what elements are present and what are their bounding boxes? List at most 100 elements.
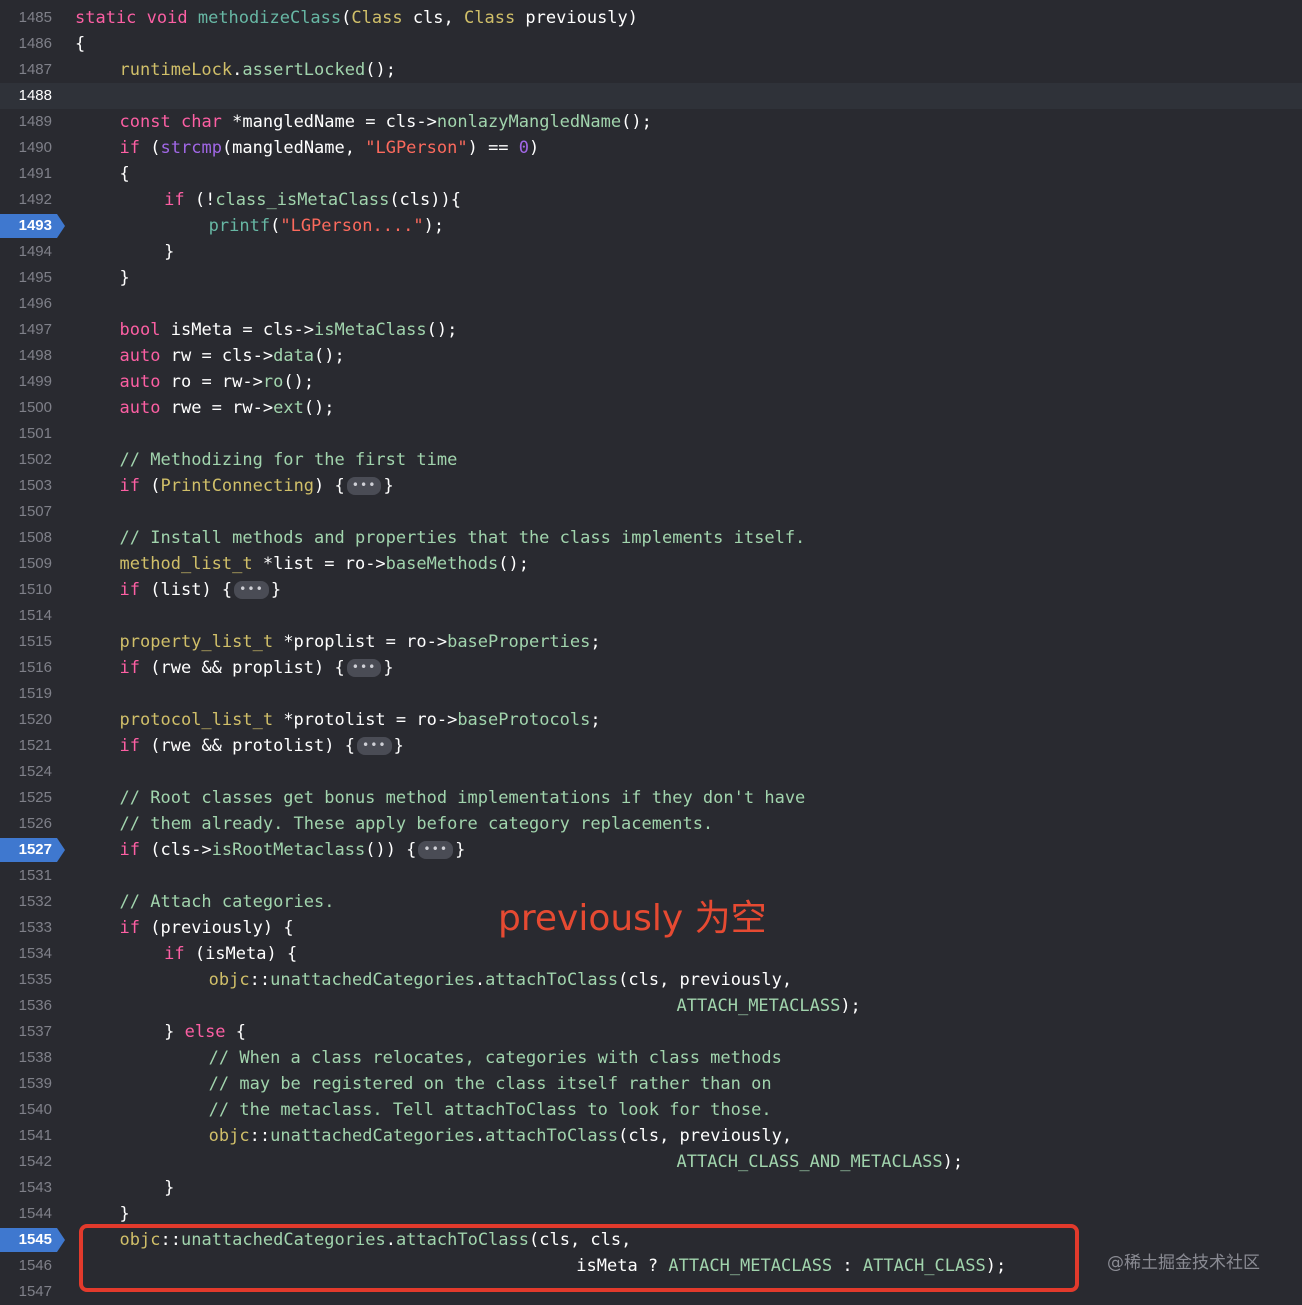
code-line[interactable]: 1501 [0, 421, 1302, 447]
code-line[interactable]: 1500 auto rwe = rw->ext(); [0, 395, 1302, 421]
line-number[interactable]: 1533 [0, 915, 52, 941]
code-line[interactable]: 1491 { [0, 161, 1302, 187]
code-line[interactable]: 1541 objc::unattachedCategories.attachToC… [0, 1123, 1302, 1149]
code-line[interactable]: 1503 if (PrintConnecting) {•••} [0, 473, 1302, 499]
code-text[interactable]: if (cls->isRootMetaclass()) {•••} [120, 837, 466, 863]
line-number[interactable]: 1493 [0, 213, 52, 239]
code-text[interactable]: if (previously) { [120, 915, 294, 941]
code-text[interactable]: protocol_list_t *protolist = ro->basePro… [120, 707, 601, 733]
code-text[interactable]: objc::unattachedCategories.attachToClass… [209, 967, 792, 993]
code-text[interactable]: objc::unattachedCategories.attachToClass… [209, 1123, 792, 1149]
code-text[interactable]: bool isMeta = cls->isMetaClass(); [120, 317, 458, 343]
code-line[interactable]: 1527 if (cls->isRootMetaclass()) {•••} [0, 837, 1302, 863]
line-number[interactable]: 1531 [0, 863, 52, 889]
line-number[interactable]: 1532 [0, 889, 52, 915]
code-text[interactable]: // When a class relocates, categories wi… [209, 1045, 782, 1071]
code-line[interactable]: 1539 // may be registered on the class it… [0, 1071, 1302, 1097]
line-number[interactable]: 1489 [0, 109, 52, 135]
code-line[interactable]: 1492 if (!class_isMetaClass(cls)){ [0, 187, 1302, 213]
code-text[interactable]: } [164, 1175, 174, 1201]
code-text[interactable]: if (list) {•••} [120, 577, 282, 603]
code-line[interactable]: 1489 const char *mangledName = cls->nonla… [0, 109, 1302, 135]
code-text[interactable]: // Root classes get bonus method impleme… [120, 785, 806, 811]
code-line[interactable]: 1535 objc::unattachedCategories.attachToC… [0, 967, 1302, 993]
line-number[interactable]: 1498 [0, 343, 52, 369]
code-text[interactable]: } else { [164, 1019, 246, 1045]
code-text[interactable]: if (strcmp(mangledName, "LGPerson") == 0… [120, 135, 540, 161]
line-number[interactable]: 1543 [0, 1175, 52, 1201]
code-line[interactable]: 1510 if (list) {•••} [0, 577, 1302, 603]
code-line[interactable]: 1524 [0, 759, 1302, 785]
line-number[interactable]: 1539 [0, 1071, 52, 1097]
code-line[interactable]: 1525 // Root classes get bonus method imp… [0, 785, 1302, 811]
line-number[interactable]: 1536 [0, 993, 52, 1019]
code-line[interactable]: 1493 printf("LGPerson...."); [0, 213, 1302, 239]
code-text[interactable]: { [75, 31, 85, 57]
line-number[interactable]: 1502 [0, 447, 52, 473]
line-number[interactable]: 1490 [0, 135, 52, 161]
line-number[interactable]: 1515 [0, 629, 52, 655]
code-line[interactable]: 1494} [0, 239, 1302, 265]
code-line[interactable]: 1498 auto rw = cls->data(); [0, 343, 1302, 369]
code-text[interactable]: if (rwe && protolist) {•••} [120, 733, 404, 759]
code-line[interactable]: 1507 [0, 499, 1302, 525]
code-text[interactable]: // Install methods and properties that t… [120, 525, 806, 551]
line-number[interactable]: 1527 [0, 837, 52, 863]
code-line[interactable]: 1499 auto ro = rw->ro(); [0, 369, 1302, 395]
line-number[interactable]: 1485 [0, 5, 52, 31]
code-text[interactable]: // Methodizing for the first time [120, 447, 458, 473]
line-number[interactable]: 1516 [0, 655, 52, 681]
folded-code-button[interactable]: ••• [346, 659, 382, 677]
line-number[interactable]: 1501 [0, 421, 52, 447]
folded-code-button[interactable]: ••• [346, 477, 382, 495]
code-line[interactable]: 1497 bool isMeta = cls->isMetaClass(); [0, 317, 1302, 343]
code-line[interactable]: 1531 [0, 863, 1302, 889]
line-number[interactable]: 1499 [0, 369, 52, 395]
line-number[interactable]: 1503 [0, 473, 52, 499]
line-number[interactable]: 1495 [0, 265, 52, 291]
code-text[interactable]: if (PrintConnecting) {•••} [120, 473, 394, 499]
code-line[interactable]: 1487 runtimeLock.assertLocked(); [0, 57, 1302, 83]
code-text[interactable]: // may be registered on the class itself… [209, 1071, 772, 1097]
code-line[interactable]: 1502 // Methodizing for the first time [0, 447, 1302, 473]
line-number[interactable]: 1520 [0, 707, 52, 733]
code-line[interactable]: 1496 [0, 291, 1302, 317]
code-line[interactable]: 1543} [0, 1175, 1302, 1201]
code-text[interactable]: } [120, 265, 130, 291]
line-number[interactable]: 1541 [0, 1123, 52, 1149]
code-text[interactable]: // Attach categories. [120, 889, 335, 915]
line-number[interactable]: 1521 [0, 733, 52, 759]
line-number[interactable]: 1519 [0, 681, 52, 707]
line-number[interactable]: 1538 [0, 1045, 52, 1071]
code-text[interactable]: property_list_t *proplist = ro->baseProp… [120, 629, 601, 655]
code-text[interactable]: if (isMeta) { [164, 941, 297, 967]
line-number[interactable]: 1487 [0, 57, 52, 83]
folded-code-button[interactable]: ••• [418, 841, 454, 859]
line-number[interactable]: 1546 [0, 1253, 52, 1279]
code-editor[interactable]: 1485 static void methodizeClass(Class cls… [0, 0, 1302, 1304]
line-number[interactable]: 1491 [0, 161, 52, 187]
code-text[interactable]: ATTACH_METACLASS); [677, 993, 861, 1019]
line-number[interactable]: 1494 [0, 239, 52, 265]
code-line[interactable]: 1514 [0, 603, 1302, 629]
code-text[interactable]: runtimeLock.assertLocked(); [120, 57, 396, 83]
code-line[interactable]: 1519 [0, 681, 1302, 707]
code-text[interactable]: const char *mangledName = cls->nonlazyMa… [120, 109, 652, 135]
code-text[interactable]: printf("LGPerson...."); [209, 213, 444, 239]
line-number[interactable]: 1545 [0, 1227, 52, 1253]
code-line[interactable]: 1516 if (rwe && proplist) {•••} [0, 655, 1302, 681]
code-line[interactable]: 1490 if (strcmp(mangledName, "LGPerson") … [0, 135, 1302, 161]
line-number[interactable]: 1496 [0, 291, 52, 317]
line-number[interactable]: 1514 [0, 603, 52, 629]
code-text[interactable]: // the metaclass. Tell attachToClass to … [209, 1097, 772, 1123]
line-number[interactable]: 1540 [0, 1097, 52, 1123]
line-number[interactable]: 1486 [0, 31, 52, 57]
code-text[interactable]: // them already. These apply before cate… [120, 811, 714, 837]
code-line[interactable]: 1486 { [0, 31, 1302, 57]
code-line[interactable]: 1495} [0, 265, 1302, 291]
code-text[interactable]: if (!class_isMetaClass(cls)){ [164, 187, 461, 213]
line-number[interactable]: 1544 [0, 1201, 52, 1227]
line-number[interactable]: 1537 [0, 1019, 52, 1045]
code-line[interactable]: 1521 if (rwe && protolist) {•••} [0, 733, 1302, 759]
line-number[interactable]: 1535 [0, 967, 52, 993]
